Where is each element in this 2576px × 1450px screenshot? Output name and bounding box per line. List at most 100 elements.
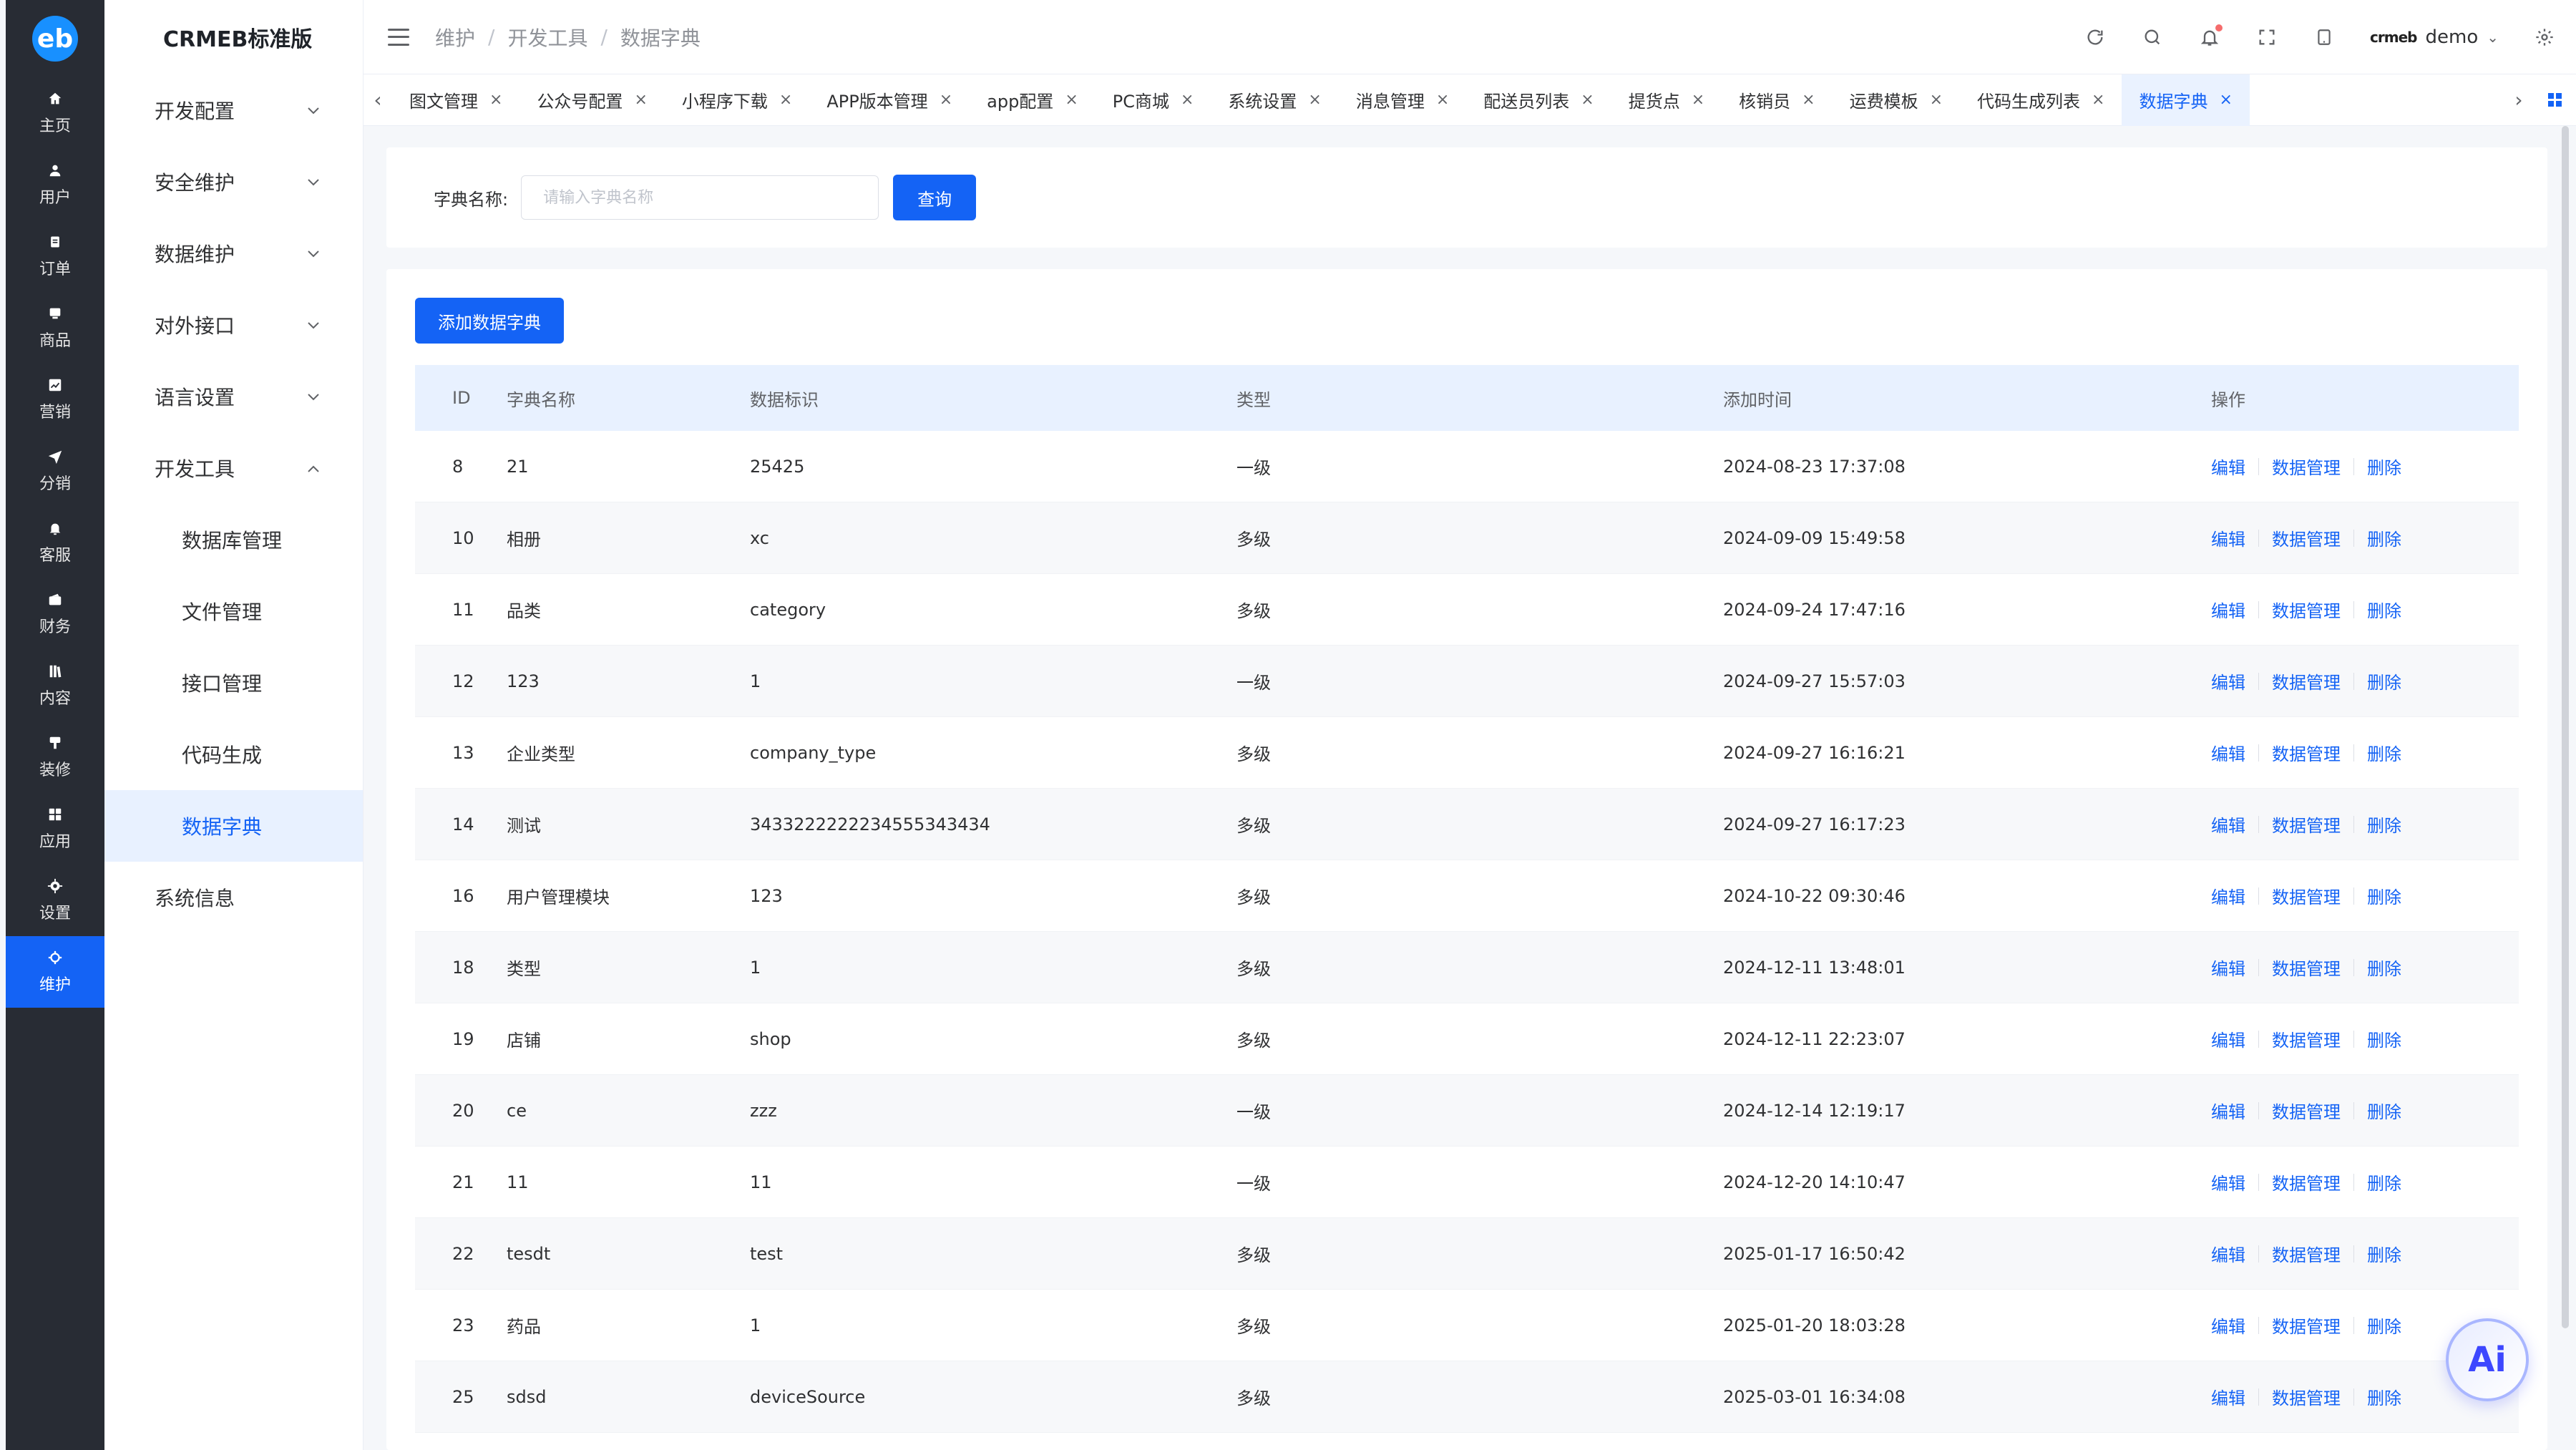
ai-assistant-button[interactable]: Ai [2446, 1318, 2529, 1401]
nav-subitem-4[interactable]: 数据字典 [104, 790, 363, 862]
tab-4[interactable]: app配置 × [970, 74, 1096, 126]
rail-item-12[interactable]: 维护 [6, 936, 104, 1008]
rail-item-2[interactable]: 订单 [6, 220, 104, 292]
data-manage-link[interactable]: 数据管理 [2272, 1026, 2341, 1051]
edit-link[interactable]: 编辑 [2211, 883, 2245, 908]
settings-gear-icon[interactable] [2533, 26, 2556, 49]
close-icon[interactable]: × [1692, 91, 1704, 109]
close-icon[interactable]: × [1065, 91, 1078, 109]
data-manage-link[interactable]: 数据管理 [2272, 454, 2341, 479]
rail-item-10[interactable]: 应用 [6, 793, 104, 865]
delete-link[interactable]: 删除 [2367, 740, 2401, 765]
tabs-scroll-right-icon[interactable]: › [2504, 88, 2533, 112]
tab-12[interactable]: 代码生成列表 × [1960, 74, 2122, 126]
close-icon[interactable]: × [1930, 91, 1943, 109]
rail-item-4[interactable]: 营销 [6, 364, 104, 435]
breadcrumb-item[interactable]: 维护 [435, 23, 475, 52]
data-manage-link[interactable]: 数据管理 [2272, 668, 2341, 694]
edit-link[interactable]: 编辑 [2211, 1169, 2245, 1194]
search-icon[interactable] [2141, 26, 2164, 49]
rail-item-6[interactable]: 客服 [6, 507, 104, 578]
tab-0[interactable]: 图文管理 × [392, 74, 519, 126]
delete-link[interactable]: 删除 [2367, 812, 2401, 837]
edit-link[interactable]: 编辑 [2211, 454, 2245, 479]
rail-item-0[interactable]: 主页 [6, 77, 104, 149]
close-icon[interactable]: × [634, 91, 647, 109]
rail-item-5[interactable]: 分销 [6, 435, 104, 507]
tab-5[interactable]: PC商城 × [1096, 74, 1211, 126]
delete-link[interactable]: 删除 [2367, 1098, 2401, 1123]
nav-group-4[interactable]: 语言设置 [104, 361, 363, 432]
data-manage-link[interactable]: 数据管理 [2272, 1384, 2341, 1409]
edit-link[interactable]: 编辑 [2211, 668, 2245, 694]
data-manage-link[interactable]: 数据管理 [2272, 597, 2341, 622]
tab-13[interactable]: 数据字典 × [2122, 74, 2250, 126]
close-icon[interactable]: × [1308, 91, 1321, 109]
delete-link[interactable]: 删除 [2367, 1241, 2401, 1266]
page-scrollbar[interactable] [2560, 126, 2570, 1436]
data-manage-link[interactable]: 数据管理 [2272, 1169, 2341, 1194]
close-icon[interactable]: × [940, 91, 952, 109]
fullscreen-icon[interactable] [2255, 26, 2278, 49]
data-manage-link[interactable]: 数据管理 [2272, 740, 2341, 765]
delete-link[interactable]: 删除 [2367, 955, 2401, 980]
edit-link[interactable]: 编辑 [2211, 1313, 2245, 1338]
tab-10[interactable]: 核销员 × [1722, 74, 1832, 126]
tab-9[interactable]: 提货点 × [1611, 74, 1722, 126]
edit-link[interactable]: 编辑 [2211, 1098, 2245, 1123]
edit-link[interactable]: 编辑 [2211, 1241, 2245, 1266]
nav-group-5[interactable]: 开发工具 [104, 432, 363, 504]
data-manage-link[interactable]: 数据管理 [2272, 1313, 2341, 1338]
rail-logo[interactable]: eb [6, 0, 104, 77]
data-manage-link[interactable]: 数据管理 [2272, 883, 2341, 908]
nav-subitem-3[interactable]: 代码生成 [104, 719, 363, 790]
close-icon[interactable]: × [489, 91, 502, 109]
close-icon[interactable]: × [779, 91, 792, 109]
tab-8[interactable]: 配送员列表 × [1466, 74, 1611, 126]
edit-link[interactable]: 编辑 [2211, 955, 2245, 980]
rail-item-1[interactable]: 用户 [6, 149, 104, 220]
data-manage-link[interactable]: 数据管理 [2272, 812, 2341, 837]
data-manage-link[interactable]: 数据管理 [2272, 955, 2341, 980]
data-manage-link[interactable]: 数据管理 [2272, 1241, 2341, 1266]
nav-subitem-0[interactable]: 数据库管理 [104, 504, 363, 575]
dict-name-search-input[interactable] [521, 175, 879, 220]
tab-1[interactable]: 公众号配置 × [519, 74, 664, 126]
edit-link[interactable]: 编辑 [2211, 525, 2245, 550]
nav-group-0[interactable]: 开发配置 [104, 74, 363, 146]
data-manage-link[interactable]: 数据管理 [2272, 1098, 2341, 1123]
tabs-scroll-left-icon[interactable]: ‹ [364, 88, 392, 112]
tab-2[interactable]: 小程序下载 × [665, 74, 809, 126]
tab-7[interactable]: 消息管理 × [1339, 74, 1466, 126]
close-icon[interactable]: × [2092, 91, 2104, 109]
delete-link[interactable]: 删除 [2367, 597, 2401, 622]
tab-3[interactable]: APP版本管理 × [809, 74, 970, 126]
rail-item-3[interactable]: 商品 [6, 292, 104, 364]
edit-link[interactable]: 编辑 [2211, 740, 2245, 765]
delete-link[interactable]: 删除 [2367, 525, 2401, 550]
close-icon[interactable]: × [2219, 91, 2232, 109]
delete-link[interactable]: 删除 [2367, 1026, 2401, 1051]
rail-item-7[interactable]: 财务 [6, 578, 104, 650]
edit-link[interactable]: 编辑 [2211, 1384, 2245, 1409]
delete-link[interactable]: 删除 [2367, 1384, 2401, 1409]
close-icon[interactable]: × [1802, 91, 1815, 109]
close-icon[interactable]: × [1436, 91, 1449, 109]
menu-toggle-icon[interactable] [388, 28, 409, 46]
delete-link[interactable]: 删除 [2367, 1169, 2401, 1194]
data-manage-link[interactable]: 数据管理 [2272, 525, 2341, 550]
edit-link[interactable]: 编辑 [2211, 812, 2245, 837]
nav-subitem-1[interactable]: 文件管理 [104, 575, 363, 647]
edit-link[interactable]: 编辑 [2211, 597, 2245, 622]
nav-group-2[interactable]: 数据维护 [104, 218, 363, 289]
refresh-icon[interactable] [2084, 26, 2107, 49]
nav-group-3[interactable]: 对外接口 [104, 289, 363, 361]
edit-link[interactable]: 编辑 [2211, 1026, 2245, 1051]
breadcrumb-item[interactable]: 开发工具 [507, 23, 587, 52]
nav-system-info[interactable]: 系统信息 [104, 862, 363, 933]
tab-6[interactable]: 系统设置 × [1211, 74, 1338, 126]
close-icon[interactable]: × [1181, 91, 1194, 109]
rail-item-8[interactable]: 内容 [6, 650, 104, 721]
add-dictionary-button[interactable]: 添加数据字典 [415, 298, 564, 344]
delete-link[interactable]: 删除 [2367, 454, 2401, 479]
